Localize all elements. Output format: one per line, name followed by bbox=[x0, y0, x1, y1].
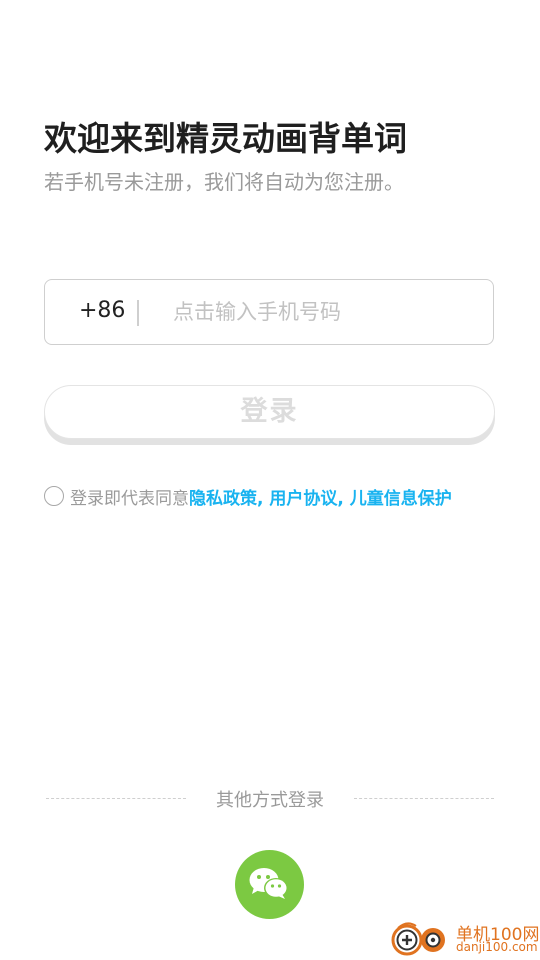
page-title: 欢迎来到精灵动画背单词 bbox=[44, 119, 407, 158]
divider-right bbox=[354, 798, 494, 799]
other-login-label: 其他方式登录 bbox=[216, 790, 324, 811]
phone-number-input[interactable] bbox=[173, 294, 473, 330]
phone-input-box[interactable]: +86 bbox=[44, 279, 494, 345]
agreement-row: 登录即代表同意 隐私政策, 用户协议, 儿童信息保护 bbox=[44, 484, 452, 509]
watermark-url: danji100.com bbox=[456, 940, 538, 954]
page-subtitle: 若手机号未注册，我们将自动为您注册。 bbox=[44, 170, 404, 194]
login-page: 欢迎来到精灵动画背单词 若手机号未注册，我们将自动为您注册。 +86 登录 登录… bbox=[0, 0, 540, 960]
wechat-login-button[interactable] bbox=[235, 850, 304, 919]
wechat-icon bbox=[249, 868, 288, 899]
site-watermark: 单机100网 danji100.com bbox=[390, 918, 540, 960]
login-button[interactable]: 登录 bbox=[44, 385, 495, 439]
country-code-selector[interactable]: +86 bbox=[79, 298, 125, 323]
phone-field-divider bbox=[137, 300, 139, 326]
agreement-prefix-text: 登录即代表同意 bbox=[70, 488, 189, 509]
agreement-links[interactable]: 隐私政策, 用户协议, 儿童信息保护 bbox=[189, 484, 452, 509]
watermark-logo-icon bbox=[391, 922, 445, 956]
agree-checkbox[interactable] bbox=[44, 486, 64, 506]
